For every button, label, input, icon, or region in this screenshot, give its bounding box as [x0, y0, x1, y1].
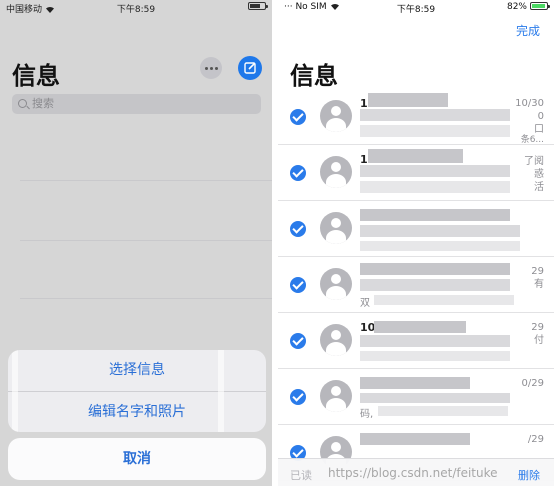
- redacted-block: [368, 149, 463, 163]
- redacted-block: [360, 433, 470, 445]
- message-row[interactable]: 1 10/30 0 口 条6...: [278, 89, 554, 145]
- redacted-block: [360, 335, 510, 347]
- divider: [20, 298, 272, 299]
- redacted-block: [360, 125, 510, 137]
- message-snippet: 付: [534, 335, 544, 346]
- wifi-icon: [46, 6, 55, 13]
- messages-selection-screen: ··· No SIM 下午8:59 82% 完成 信息 1 10/30 0 口 …: [278, 0, 554, 486]
- message-row[interactable]: 0/29 码,: [278, 369, 554, 425]
- battery-icon: [248, 2, 268, 10]
- message-snippet: 活: [534, 182, 544, 193]
- redacted-block: [360, 377, 470, 389]
- bottom-toolbar: 已读 https://blog.csdn.net/feituke 删除: [278, 458, 554, 486]
- redacted-block: [360, 351, 510, 361]
- avatar-icon: [320, 100, 352, 132]
- edit-name-photo-option[interactable]: 编辑名字和照片: [8, 392, 266, 432]
- message-snippet: 惑: [534, 169, 544, 180]
- screenshot: 中国移动 下午8:59 信息 搜索 选择信息 编辑名字和照片 取消 ··· No…: [0, 0, 554, 486]
- message-snippet: 有: [534, 279, 544, 290]
- avatar-icon: [320, 156, 352, 188]
- redacted-block: [368, 93, 448, 107]
- redacted-block: [360, 209, 510, 221]
- redacted-block: [374, 321, 466, 333]
- wifi-icon: [330, 3, 339, 10]
- status-time: 下午8:59: [116, 5, 156, 15]
- redacted-block: [378, 406, 508, 416]
- message-row[interactable]: [278, 201, 554, 257]
- battery-icon: [530, 2, 550, 10]
- message-row[interactable]: 10 29 付: [278, 313, 554, 369]
- redacted-block: [360, 109, 510, 121]
- avatar-icon: [320, 212, 352, 244]
- more-options-button[interactable]: [200, 57, 222, 79]
- redacted-block: [360, 393, 510, 403]
- message-date: 29: [531, 322, 544, 333]
- done-button[interactable]: 完成: [516, 22, 540, 39]
- message-date: 10/30: [515, 98, 544, 109]
- messages-action-sheet-screen: 中国移动 下午8:59 信息 搜索 选择信息 编辑名字和照片 取消: [0, 0, 272, 486]
- delete-button[interactable]: 删除: [518, 467, 540, 483]
- battery-percent: 82%: [506, 2, 527, 12]
- message-snippet: 双: [360, 298, 370, 309]
- redacted-block: [360, 263, 510, 275]
- carrier-label: ··· No SIM: [284, 2, 327, 12]
- message-row[interactable]: 29 有 双: [278, 257, 554, 313]
- carrier-label: 中国移动: [6, 5, 43, 15]
- message-snippet: 0: [537, 111, 544, 122]
- compose-icon: [244, 62, 256, 74]
- search-input[interactable]: 搜索: [12, 94, 261, 114]
- message-snippet: 码,: [360, 409, 374, 420]
- redacted-block: [360, 165, 510, 177]
- page-title: 信息: [290, 62, 338, 90]
- mark-read-button[interactable]: 已读: [290, 467, 312, 483]
- message-date: 0/29: [521, 378, 544, 389]
- dot-icon: [214, 66, 218, 70]
- status-time: 下午8:59: [396, 5, 436, 15]
- checkmark-icon[interactable]: [290, 389, 306, 405]
- checkmark-icon[interactable]: [290, 333, 306, 349]
- checkmark-icon[interactable]: [290, 109, 306, 125]
- redacted-block: [374, 295, 514, 305]
- compose-button[interactable]: [238, 56, 262, 80]
- message-list: 1 10/30 0 口 条6... 1 了阅 惑 活 29 有 双 10 29 …: [278, 89, 554, 481]
- page-title: 信息: [12, 62, 60, 90]
- divider: [20, 180, 272, 181]
- avatar-icon: [320, 380, 352, 412]
- dot-icon: [209, 66, 213, 70]
- message-date: /29: [527, 434, 544, 445]
- redacted-block: [360, 241, 520, 251]
- status-bar: 中国移动 下午8:59: [0, 0, 272, 16]
- checkmark-icon[interactable]: [290, 165, 306, 181]
- redacted-block: [360, 181, 510, 193]
- avatar-icon: [320, 268, 352, 300]
- search-icon: [18, 99, 27, 108]
- redacted-block: [360, 279, 510, 291]
- message-row[interactable]: 1 了阅 惑 活: [278, 145, 554, 201]
- action-sheet: 选择信息 编辑名字和照片: [8, 350, 266, 432]
- redacted-block: [360, 225, 520, 237]
- divider: [20, 240, 272, 241]
- message-snippet: 了阅: [524, 156, 544, 167]
- search-placeholder: 搜索: [32, 97, 54, 110]
- dot-icon: [204, 66, 208, 70]
- checkmark-icon[interactable]: [290, 277, 306, 293]
- select-messages-option[interactable]: 选择信息: [8, 350, 266, 391]
- status-bar: ··· No SIM 下午8:59 82%: [278, 0, 554, 16]
- avatar-icon: [320, 324, 352, 356]
- message-date: 29: [531, 266, 544, 277]
- checkmark-icon[interactable]: [290, 221, 306, 237]
- watermark-text: https://blog.csdn.net/feituke: [328, 466, 498, 480]
- cancel-button[interactable]: 取消: [8, 438, 266, 480]
